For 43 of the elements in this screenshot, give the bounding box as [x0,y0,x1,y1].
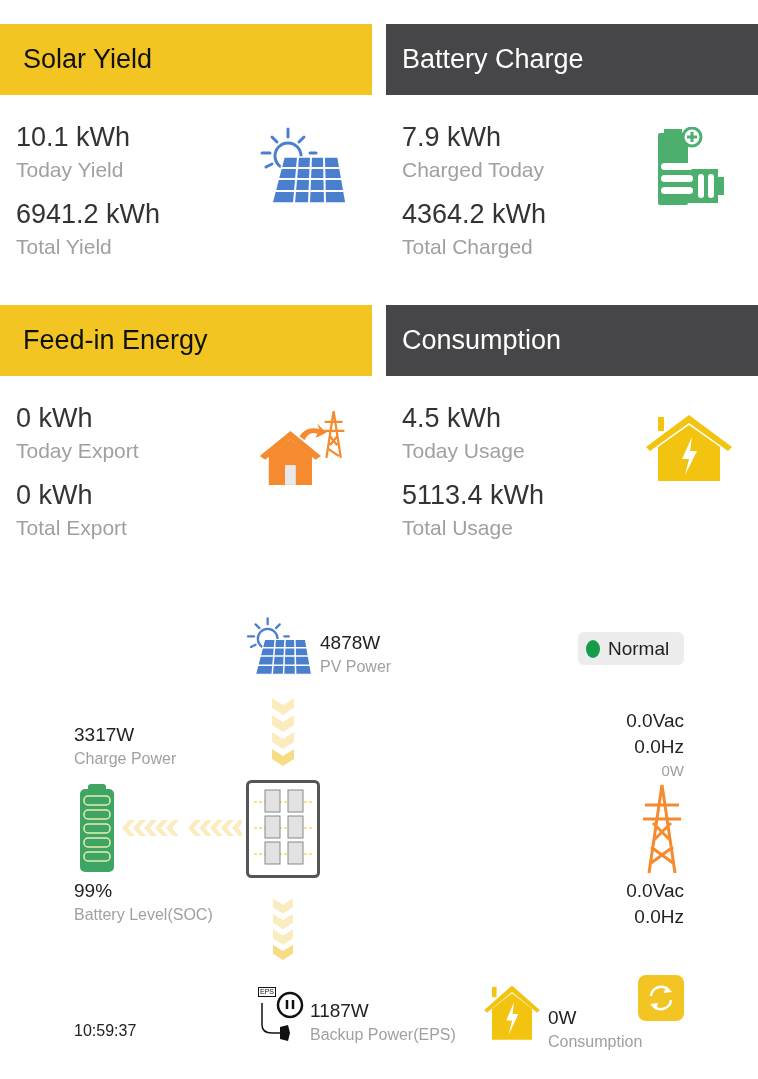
total-value: 5113.4 kWh [402,479,545,512]
today-value: 10.1 kWh [16,121,132,154]
load-power-label: Consumption [548,1032,643,1052]
today-value: 4.5 kWh [402,402,503,435]
total-value: 4364.2 kWh [402,198,547,231]
pv-power-value: 4878W [320,631,382,655]
total-value: 6941.2 kWh [16,198,161,231]
battery-icon [80,784,114,872]
load-power-value: 0W [548,1006,578,1030]
inverter-icon [246,780,320,878]
flow-arrow-icon [122,820,242,836]
today-label: Charged Today [402,157,546,183]
grid-power-value: 0W [661,761,684,781]
today-label: Today Usage [402,438,526,464]
pv-power-label: PV Power [320,657,392,677]
charge-power-value: 3317W [74,723,136,747]
grid-frequency-value: 0.0Hz [634,905,684,929]
grid-voltage-value: 0.0Vac [626,709,684,733]
grid-voltage-value: 0.0Vac [626,879,684,903]
total-value: 0 kWh [16,479,94,512]
card-title: Feed-in Energy [23,325,208,356]
today-value: 0 kWh [16,402,94,435]
status-label: Normal [608,637,670,660]
today-value: 7.9 kWh [402,121,503,154]
power-tower-icon [641,783,683,875]
card-title: Solar Yield [23,44,153,75]
charge-power-label: Charge Power [74,749,177,769]
backup-power-label: Backup Power(EPS) [310,1025,456,1045]
grid-frequency-value: 0.0Hz [634,735,684,759]
house-lightning-icon [483,984,541,1040]
total-label: Total Yield [16,234,113,260]
total-label: Total Export [16,515,128,541]
battery-soc-value: 99% [74,879,114,903]
battery-soc-label: Battery Level(SOC) [74,905,213,925]
update-time: 10:59:37 [74,1022,137,1040]
total-label: Total Charged [402,234,534,260]
card-title: Consumption [402,325,562,356]
refresh-button[interactable] [638,975,684,1021]
total-label: Total Usage [402,515,514,541]
today-label: Today Yield [16,157,125,183]
card-title: Battery Charge [402,44,584,75]
today-label: Today Export [16,438,139,464]
backup-power-value: 1187W [310,999,370,1023]
